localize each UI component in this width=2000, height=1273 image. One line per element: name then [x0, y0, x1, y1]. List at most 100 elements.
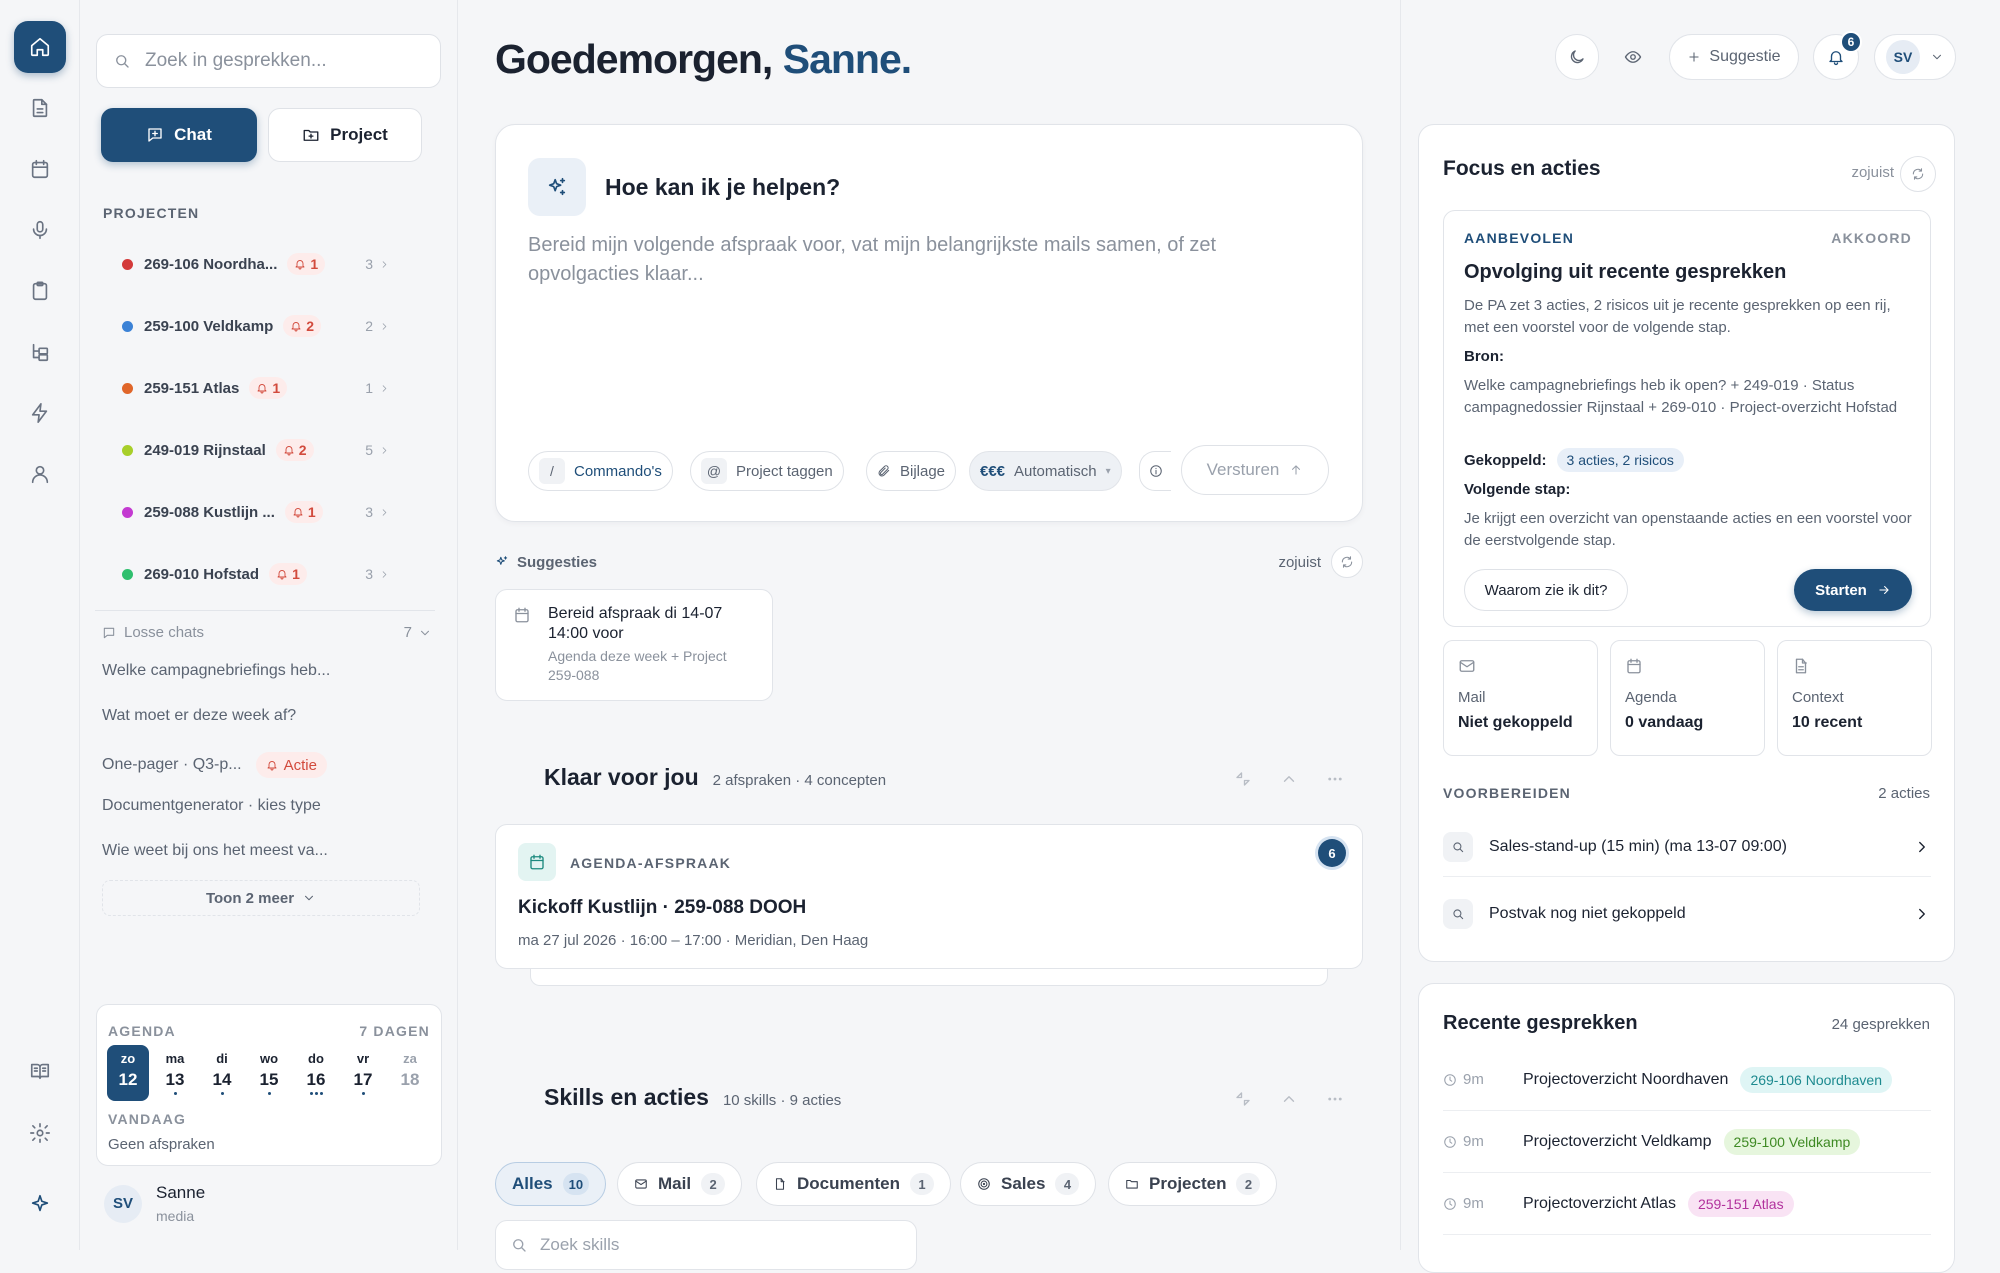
new-chat-button[interactable]: Chat — [101, 108, 257, 162]
hierarchy-icon[interactable] — [14, 326, 66, 378]
skill-tab[interactable]: Mail 2 — [617, 1162, 743, 1206]
conversation-time-value: 9m — [1463, 1133, 1484, 1150]
home-icon[interactable] — [14, 21, 66, 73]
agenda-day[interactable]: za 18 — [389, 1045, 431, 1101]
skill-tab[interactable]: Projecten 2 — [1108, 1162, 1278, 1206]
more-icon[interactable] — [1326, 1090, 1344, 1108]
bell-icon — [292, 506, 304, 518]
project-count: 2 — [365, 318, 390, 334]
prep-item[interactable]: Postvak nog niet gekoppeld — [1443, 884, 1931, 944]
microphone-icon[interactable] — [14, 204, 66, 256]
refresh-icon[interactable] — [1331, 546, 1363, 578]
agenda-day-number: 13 — [165, 1070, 185, 1089]
why-button[interactable]: Waarom zie ik dit? — [1464, 569, 1628, 611]
loose-chat-item[interactable]: Welke campagnebriefings heb... — [102, 662, 330, 680]
notifications-button[interactable]: 6 — [1813, 31, 1862, 80]
agenda-day[interactable]: do 16 — [295, 1045, 337, 1101]
sparkle-icon — [528, 158, 586, 216]
chevron-right-icon — [379, 321, 390, 332]
agenda-day[interactable]: di 14 — [201, 1045, 243, 1101]
prep-label: VOORBEREIDEN — [1443, 785, 1571, 801]
gear-icon[interactable] — [14, 1107, 66, 1159]
project-item[interactable]: 249-019 Rijnstaal 2 5 — [102, 430, 402, 470]
agenda-day[interactable]: ma 13 — [154, 1045, 196, 1101]
show-more-button[interactable]: Toon 2 meer — [102, 880, 420, 916]
context-tile[interactable]: Agenda 0 vandaag — [1610, 640, 1765, 756]
loose-chats-header[interactable]: Losse chats 7 — [102, 624, 432, 641]
agenda-day-dots — [342, 1092, 384, 1098]
conversation-item[interactable]: 9m Projectoverzicht Noordhaven 269-106 Noo… — [1443, 1049, 1931, 1111]
commands-chip[interactable]: / Commando's — [528, 451, 673, 491]
sparkle-icon[interactable] — [14, 1178, 66, 1230]
send-label: Versturen — [1206, 460, 1280, 479]
attachment-chip[interactable]: Bijlage — [866, 451, 957, 491]
book-icon[interactable] — [14, 1045, 66, 1097]
prep-item[interactable]: Sales-stand-up (15 min) (ma 13-07 09:00) — [1443, 817, 1931, 877]
suggest-button[interactable]: Suggestie — [1669, 34, 1799, 80]
user-org: media — [156, 1208, 195, 1224]
skill-tab[interactable]: Alles 10 — [495, 1162, 607, 1206]
agenda-day-name: di — [216, 1051, 228, 1066]
context-tile[interactable]: Mail Niet gekoppeld — [1443, 640, 1598, 756]
send-button[interactable]: Versturen — [1181, 445, 1329, 495]
search-icon — [513, 1239, 526, 1252]
eye-icon[interactable] — [1611, 34, 1655, 80]
project-item[interactable]: 269-106 Noordha... 1 3 — [102, 244, 402, 284]
new-project-button[interactable]: Project — [268, 108, 422, 162]
project-count: 3 — [365, 566, 390, 582]
project-count-value: 3 — [365, 566, 373, 582]
conversation-time: 9m — [1443, 1195, 1523, 1212]
conversation-title: Projectoverzicht Veldkamp — [1523, 1132, 1712, 1150]
document-icon[interactable] — [14, 82, 66, 134]
refresh-icon[interactable] — [1900, 156, 1936, 192]
composer-input[interactable]: Bereid mijn volgende afspraak voor, vat … — [528, 231, 1288, 289]
user-profile[interactable]: SV Sanne media — [104, 1183, 205, 1224]
lightning-icon[interactable] — [14, 387, 66, 439]
context-tile[interactable]: Context 10 recent — [1777, 640, 1932, 756]
agenda-day[interactable]: wo 15 — [248, 1045, 290, 1101]
agenda-day[interactable]: vr 17 — [342, 1045, 384, 1101]
agenda-day-dots — [107, 1092, 149, 1098]
conversation-item[interactable]: 9m Projectoverzicht Atlas 259-151 Atlas — [1443, 1173, 1931, 1235]
agenda-day[interactable]: zo 12 — [107, 1045, 149, 1101]
mail-icon — [634, 1177, 648, 1191]
loose-chats-heading: Losse chats — [124, 624, 205, 641]
loose-chat-item[interactable]: One-pager · Q3-p... Actie — [102, 752, 327, 778]
project-count-value: 3 — [365, 256, 373, 272]
chevron-up-icon[interactable] — [1280, 770, 1298, 788]
composer: Hoe kan ik je helpen? Bereid mijn volgen… — [495, 124, 1363, 522]
collapse-icon[interactable] — [1234, 1090, 1252, 1108]
start-button[interactable]: Starten — [1794, 569, 1912, 611]
calendar-icon[interactable] — [14, 143, 66, 195]
card-stack-shadow — [530, 968, 1328, 986]
chevron-up-icon[interactable] — [1280, 1090, 1298, 1108]
agenda-day-dots — [295, 1092, 337, 1098]
loose-chat-item[interactable]: Documentgenerator · kies type — [102, 797, 321, 815]
bell-icon — [256, 382, 268, 394]
project-count: 3 — [365, 256, 390, 272]
appointment-card[interactable]: AGENDA-AFSPRAAK 6 Kickoff Kustlijn · 259… — [495, 824, 1363, 969]
user-icon[interactable] — [14, 448, 66, 500]
recommendation-card: AANBEVOLEN AKKOORD Opvolging uit recente… — [1443, 210, 1931, 627]
skill-tab[interactable]: Documenten 1 — [756, 1162, 951, 1206]
search-input[interactable]: Zoek in gesprekken... — [96, 34, 441, 88]
clipboard-icon[interactable] — [14, 265, 66, 317]
loose-chat-item[interactable]: Wat moet er deze week af? — [102, 707, 296, 725]
tag-project-chip[interactable]: @ Project taggen — [690, 451, 844, 491]
conversation-item[interactable]: 9m Projectoverzicht Veldkamp 259-100 Veldk… — [1443, 1111, 1931, 1173]
project-item[interactable]: 259-100 Veldkamp 2 2 — [102, 306, 402, 346]
moon-icon[interactable] — [1555, 34, 1599, 80]
conversation-title: Projectoverzicht Noordhaven — [1523, 1070, 1729, 1088]
suggestion-card[interactable]: Bereid afspraak di 14-07 14:00 voor Agen… — [495, 589, 773, 701]
skills-search-input[interactable]: Zoek skills — [495, 1220, 917, 1270]
collapse-icon[interactable] — [1234, 770, 1252, 788]
skill-tab[interactable]: Sales 4 — [960, 1162, 1097, 1206]
project-item[interactable]: 259-088 Kustlijn ... 1 3 — [102, 492, 402, 532]
info-icon[interactable] — [1139, 451, 1171, 491]
loose-chat-item[interactable]: Wie weet bij ons het meest va... — [102, 842, 328, 860]
account-menu[interactable]: SV — [1874, 34, 1956, 80]
more-icon[interactable] — [1326, 770, 1344, 788]
project-item[interactable]: 269-010 Hofstad 1 3 — [102, 554, 402, 594]
project-item[interactable]: 259-151 Atlas 1 1 — [102, 368, 402, 408]
model-select[interactable]: €€€ Automatisch ▾ — [969, 451, 1122, 491]
